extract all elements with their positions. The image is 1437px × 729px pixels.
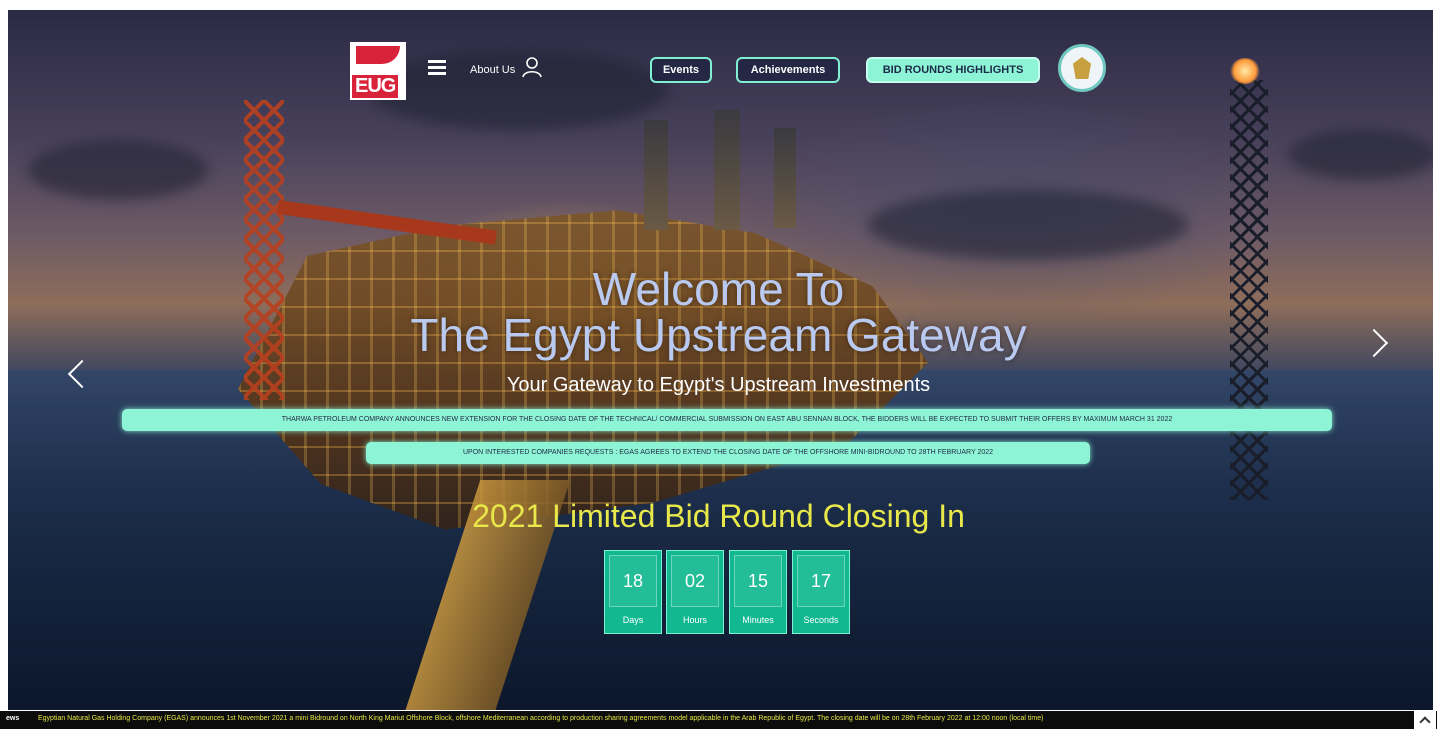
- logo-mark: [356, 46, 400, 64]
- logo-text: EUG: [352, 75, 399, 98]
- bid-rounds-highlights-button[interactable]: BID ROUNDS HIGHLIGHTS: [866, 57, 1040, 83]
- scroll-to-top-button[interactable]: [1414, 711, 1436, 729]
- countdown-value: 15: [734, 555, 782, 607]
- menu-icon[interactable]: [428, 60, 446, 75]
- about-us-link[interactable]: About Us: [470, 64, 515, 76]
- eug-logo[interactable]: EUG: [350, 42, 406, 100]
- chevron-up-icon: [1419, 716, 1431, 728]
- ticker-label: ews: [6, 715, 20, 722]
- countdown-days: 18 Days: [604, 550, 662, 634]
- flare-fire: [1230, 58, 1260, 84]
- countdown-hours: 02 Hours: [666, 550, 724, 634]
- cloud: [1288, 130, 1433, 180]
- platform-stack: [714, 110, 740, 230]
- eagle-emblem: [1073, 57, 1091, 79]
- announcement-banner[interactable]: THARWA PETROLEUM COMPANY ANNOUNCES NEW E…: [122, 409, 1332, 431]
- egypt-seal-icon[interactable]: [1058, 44, 1106, 92]
- cloud: [28, 140, 208, 200]
- ticker-text[interactable]: Egyptian Natural Gas Holding Company (EG…: [38, 715, 1043, 722]
- announcement-banner[interactable]: UPON INTERESTED COMPANIES REQUESTS : EGA…: [366, 442, 1090, 464]
- news-ticker: ews Egyptian Natural Gas Holding Company…: [0, 711, 1437, 729]
- platform-stack: [644, 120, 668, 230]
- countdown-label: Hours: [682, 615, 707, 625]
- user-icon[interactable]: [521, 56, 543, 78]
- events-button[interactable]: Events: [650, 57, 712, 83]
- cloud: [868, 190, 1188, 260]
- platform-stack: [774, 128, 796, 228]
- countdown-minutes: 15 Minutes: [729, 550, 787, 634]
- countdown-label: Minutes: [742, 615, 774, 625]
- countdown-label: Seconds: [803, 615, 839, 625]
- cloud: [368, 50, 668, 130]
- crane-boom: [277, 200, 497, 245]
- countdown-seconds: 17 Seconds: [792, 550, 850, 634]
- countdown-value: 18: [609, 555, 657, 607]
- countdown-value: 17: [797, 555, 845, 607]
- countdown-value: 02: [671, 555, 719, 607]
- closing-countdown-title: 2021 Limited Bid Round Closing In: [472, 498, 965, 534]
- countdown-label: Days: [622, 615, 644, 625]
- hero-subtitle: Your Gateway to Egypt's Upstream Investm…: [506, 374, 931, 396]
- hero-title-line2: The Egypt Upstream Gateway: [410, 309, 1027, 361]
- achievements-button[interactable]: Achievements: [736, 57, 840, 83]
